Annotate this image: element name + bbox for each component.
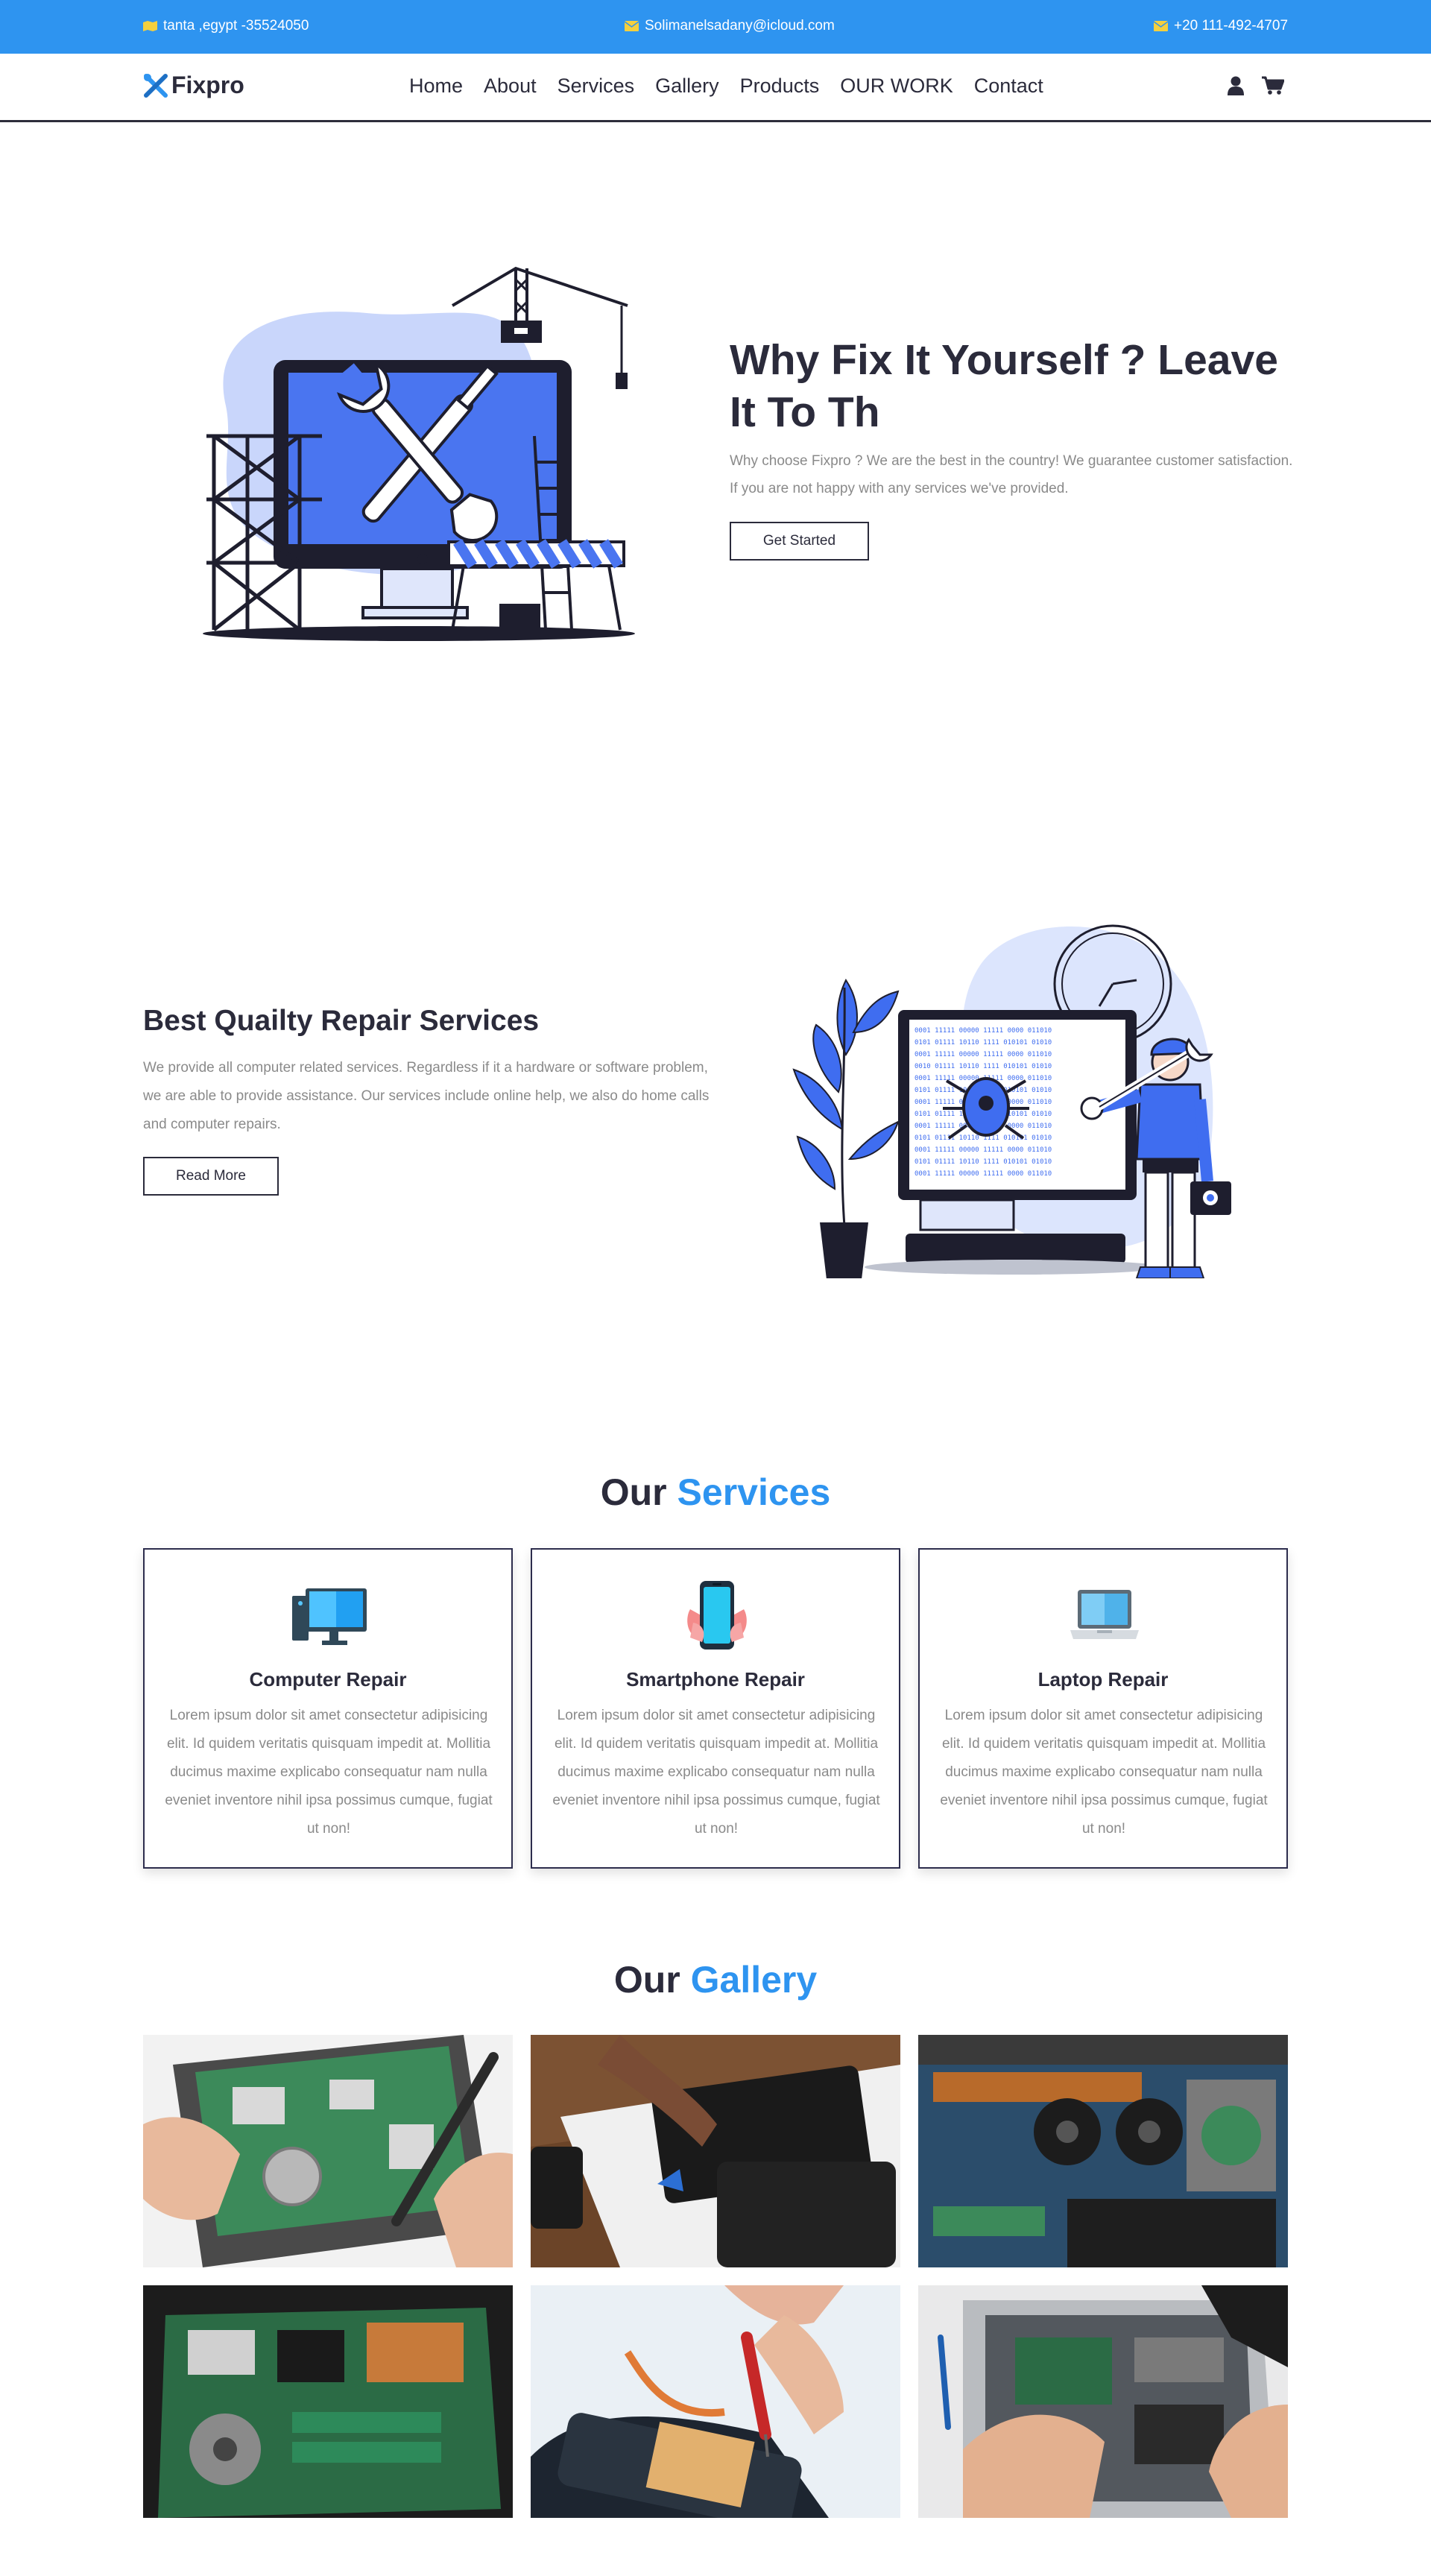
- nav-products[interactable]: Products: [740, 75, 820, 98]
- primary-nav: Home About Services Gallery Products OUR…: [409, 75, 1043, 98]
- hero-illustration: [203, 266, 635, 641]
- phone-teardown-photo: [531, 2035, 900, 2267]
- location-text: tanta ,egypt -35524050: [163, 18, 309, 34]
- gallery-heading-prefix: Our: [613, 1959, 680, 2001]
- services-heading: Our Services: [0, 1471, 1431, 1514]
- hero-description: Why choose Fixpro ? We are the best in t…: [730, 453, 1293, 496]
- laptop-board-repair-photo: [143, 2035, 513, 2267]
- user-icon[interactable]: [1228, 76, 1244, 95]
- services-heading-prefix: Our: [600, 1471, 667, 1513]
- motherboard-photo: [143, 2285, 513, 2518]
- about-title: Best Quailty Repair Services: [143, 1005, 540, 1037]
- nav-about[interactable]: About: [484, 75, 537, 98]
- cart-icon[interactable]: [1262, 76, 1284, 95]
- svg-text:0001 11111 00000 11111 0000 01: 0001 11111 00000 11111 0000 011010: [914, 1027, 1052, 1035]
- gallery-heading-accent: Gallery: [690, 1959, 818, 2001]
- service-card-title: Computer Repair: [249, 1668, 407, 1690]
- svg-text:0001 11111 00000 11111 0000 01: 0001 11111 00000 11111 0000 011010: [914, 1146, 1052, 1154]
- gallery-image-6[interactable]: [918, 2285, 1288, 2518]
- about-illustration: 0001 11111 00000 11111 0000 011010 0101 …: [792, 924, 1231, 1278]
- laptop-open-repair-photo: [918, 2285, 1288, 2518]
- service-card-title: Smartphone Repair: [626, 1668, 805, 1690]
- email-text[interactable]: Solimanelsadany@icloud.com: [645, 18, 835, 34]
- email-info[interactable]: Solimanelsadany@icloud.com: [625, 18, 835, 34]
- svg-text:0010 01111 10110 1111 010101 0: 0010 01111 10110 1111 010101 01010: [914, 1063, 1052, 1070]
- svg-text:0101 01111 10110 1111 010101 0: 0101 01111 10110 1111 010101 01010: [914, 1039, 1052, 1046]
- brand-name: Fixpro: [171, 72, 244, 98]
- top-contact-bar: tanta ,egypt -35524050 Solimanelsadany@i…: [0, 0, 1431, 54]
- main-navbar: Fixpro Home About Services Gallery Produ…: [0, 54, 1431, 122]
- service-card-title: Laptop Repair: [1037, 1668, 1169, 1690]
- brand-logo[interactable]: Fixpro: [143, 72, 244, 99]
- gallery-image-4[interactable]: [143, 2285, 513, 2518]
- map-icon: [143, 21, 157, 31]
- nav-gallery[interactable]: Gallery: [655, 75, 719, 98]
- service-card-text: Lorem ipsum dolor sit amet consectetur a…: [940, 1708, 1268, 1837]
- gallery-heading: Our Gallery: [0, 1958, 1431, 2001]
- service-card-computer[interactable]: Computer Repair Lorem ipsum dolor sit am…: [143, 1548, 513, 1869]
- nav-services[interactable]: Services: [557, 75, 635, 98]
- envelope-icon: [625, 21, 639, 31]
- svg-text:0001 11111 00000 11111 0000 01: 0001 11111 00000 11111 0000 011010: [914, 1051, 1052, 1058]
- location-info: tanta ,egypt -35524050: [143, 18, 309, 34]
- hero-title: Why Fix It Yourself ? Leave It To Th: [730, 336, 1278, 436]
- get-started-button[interactable]: Get Started: [730, 522, 869, 561]
- read-more-button[interactable]: Read More: [143, 1157, 279, 1196]
- service-card-text: Lorem ipsum dolor sit amet consectetur a…: [165, 1708, 493, 1837]
- gallery-image-3[interactable]: [918, 2035, 1288, 2267]
- nav-our-work[interactable]: OUR WORK: [840, 75, 953, 98]
- services-heading-accent: Services: [677, 1471, 831, 1513]
- gallery-image-5[interactable]: [531, 2285, 900, 2518]
- svg-text:0001 11111 00000 11111 0000 01: 0001 11111 00000 11111 0000 011010: [914, 1170, 1052, 1178]
- computer-icon: [292, 1588, 367, 1645]
- nav-contact[interactable]: Contact: [974, 75, 1043, 98]
- svg-text:0101 01111 10110 1111 010101 0: 0101 01111 10110 1111 010101 01010: [914, 1158, 1052, 1166]
- tools-logo-icon: [144, 73, 168, 98]
- service-card-smartphone[interactable]: Smartphone Repair Lorem ipsum dolor sit …: [531, 1548, 900, 1869]
- laptop-icon: [1070, 1590, 1139, 1639]
- service-card-text: Lorem ipsum dolor sit amet consectetur a…: [552, 1708, 880, 1837]
- phone-text[interactable]: +20 111-492-4707: [1174, 18, 1288, 34]
- laptop-internals-photo: [918, 2035, 1288, 2267]
- smartphone-icon: [687, 1581, 747, 1650]
- phone-screwdriver-photo: [531, 2285, 900, 2518]
- nav-actions: [1228, 76, 1284, 95]
- gallery-image-1[interactable]: [143, 2035, 513, 2267]
- phone-info[interactable]: +20 111-492-4707: [1154, 18, 1288, 34]
- nav-home[interactable]: Home: [409, 75, 463, 98]
- service-card-laptop[interactable]: Laptop Repair Lorem ipsum dolor sit amet…: [918, 1548, 1288, 1869]
- envelope-icon: [1154, 21, 1168, 31]
- about-description: We provide all computer related services…: [143, 1060, 710, 1132]
- gallery-image-2[interactable]: [531, 2035, 900, 2267]
